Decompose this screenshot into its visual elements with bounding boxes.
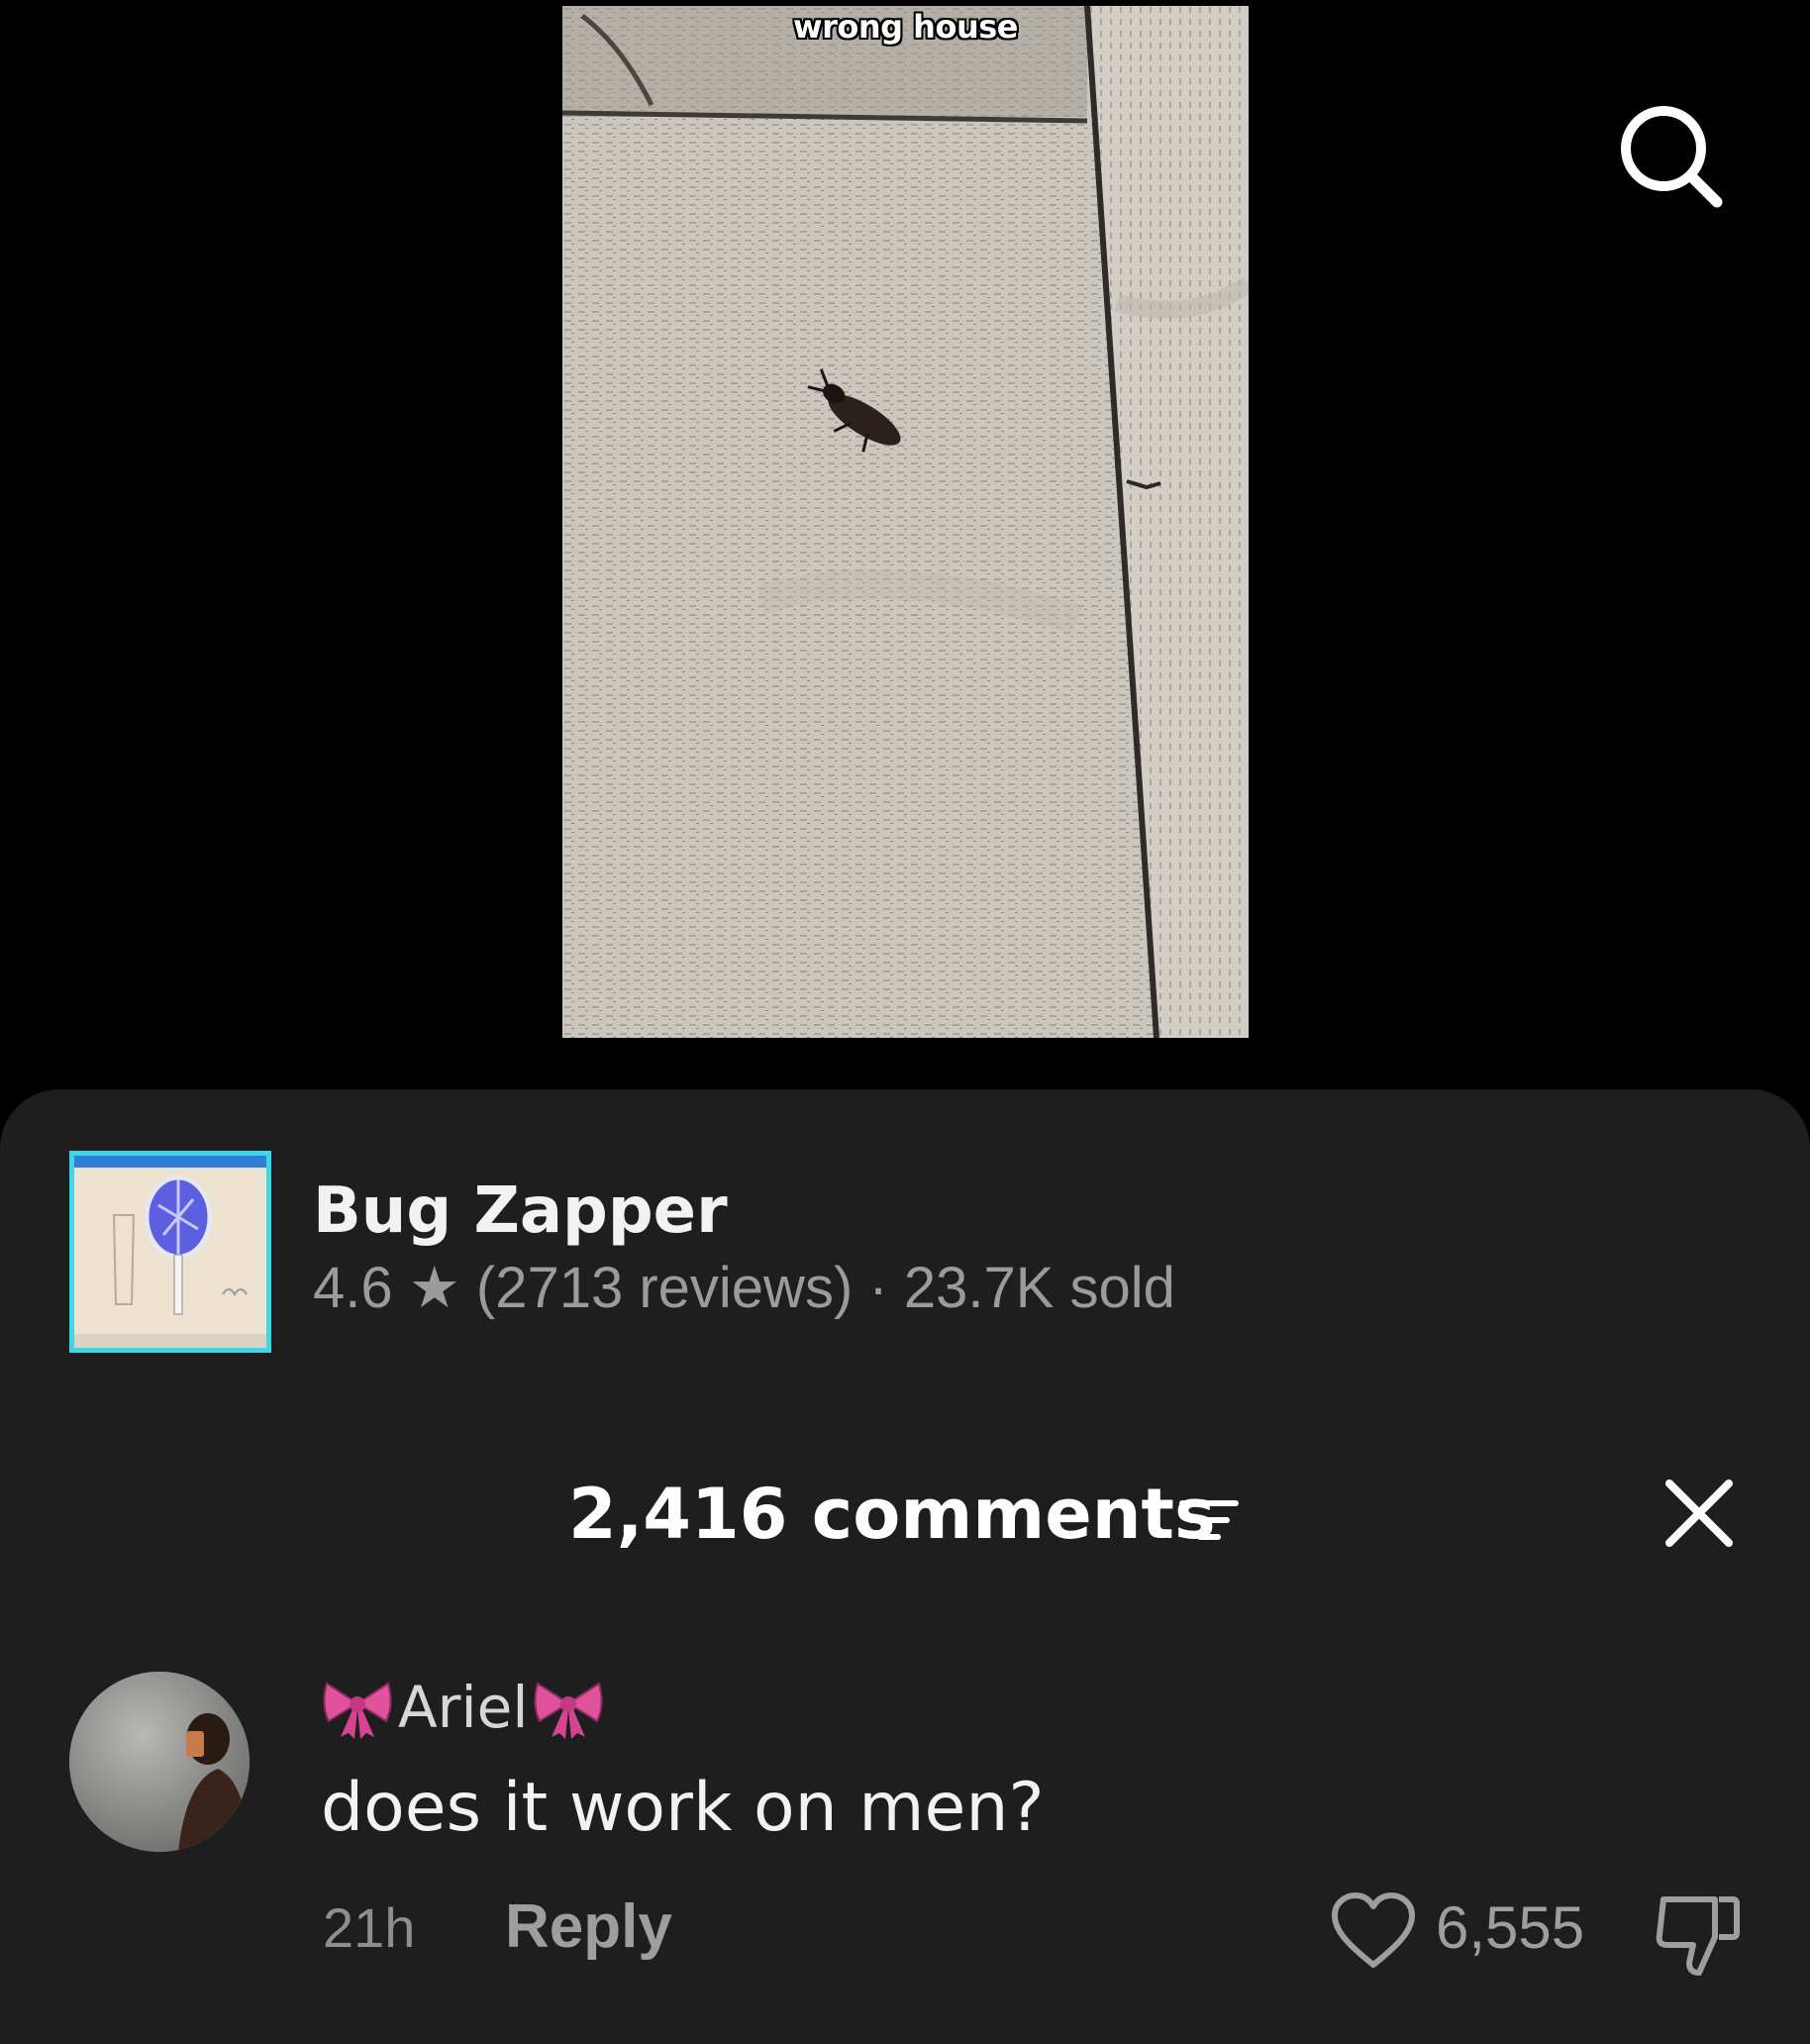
product-sold: 23.7K sold bbox=[903, 1256, 1175, 1320]
product-meta-separator: · bbox=[868, 1256, 888, 1320]
reply-button[interactable]: Reply bbox=[505, 1891, 672, 1962]
product-card[interactable]: Bug Zapper 4.6 ★ (2713 reviews) · 23.7K … bbox=[69, 1151, 1357, 1355]
comment-username[interactable]: Ariel bbox=[321, 1674, 605, 1741]
search-button[interactable] bbox=[1614, 99, 1725, 210]
ribbon-bow-icon bbox=[534, 1682, 603, 1739]
product-thumbnail bbox=[69, 1151, 271, 1353]
avatar[interactable] bbox=[69, 1672, 250, 1852]
comments-sheet: Bug Zapper 4.6 ★ (2713 reviews) · 23.7K … bbox=[0, 1089, 1810, 2044]
heart-icon bbox=[1332, 1892, 1415, 1968]
product-reviews: (2713 reviews) bbox=[475, 1256, 854, 1320]
comment-item: Ariel does it work on men? 21h Reply 6,5… bbox=[0, 1664, 1810, 2000]
search-icon bbox=[1621, 106, 1723, 208]
product-image bbox=[74, 1156, 266, 1348]
sort-filter-button[interactable] bbox=[1178, 1495, 1240, 1545]
close-comments-button[interactable] bbox=[1659, 1474, 1739, 1553]
comments-count-title: 2,416 comments bbox=[568, 1474, 1216, 1555]
comment-username-text: Ariel bbox=[398, 1674, 529, 1741]
avatar-image bbox=[69, 1672, 250, 1852]
video-still-floor-with-bug bbox=[562, 6, 1249, 1038]
product-name: Bug Zapper bbox=[313, 1175, 728, 1248]
like-count: 6,555 bbox=[1436, 1894, 1585, 1961]
thumbs-down-icon bbox=[1656, 1896, 1740, 1976]
ribbon-bow-icon bbox=[323, 1682, 392, 1739]
product-meta: 4.6 ★ (2713 reviews) · 23.7K sold bbox=[313, 1254, 1175, 1321]
product-rating: 4.6 bbox=[313, 1256, 393, 1320]
video-frame[interactable]: wrong house bbox=[562, 6, 1249, 1038]
video-player[interactable]: wrong house bbox=[0, 0, 1810, 1089]
comment-timestamp: 21h bbox=[323, 1896, 416, 1959]
dislike-button[interactable] bbox=[1650, 1890, 1745, 1979]
comment-text: does it work on men? bbox=[321, 1769, 1045, 1847]
comments-header: 2,416 comments bbox=[0, 1474, 1810, 1563]
video-caption: wrong house bbox=[793, 8, 1018, 46]
star-icon: ★ bbox=[408, 1256, 460, 1320]
close-icon bbox=[1665, 1480, 1733, 1547]
filter-icon bbox=[1179, 1500, 1239, 1540]
like-button[interactable] bbox=[1329, 1891, 1418, 1971]
